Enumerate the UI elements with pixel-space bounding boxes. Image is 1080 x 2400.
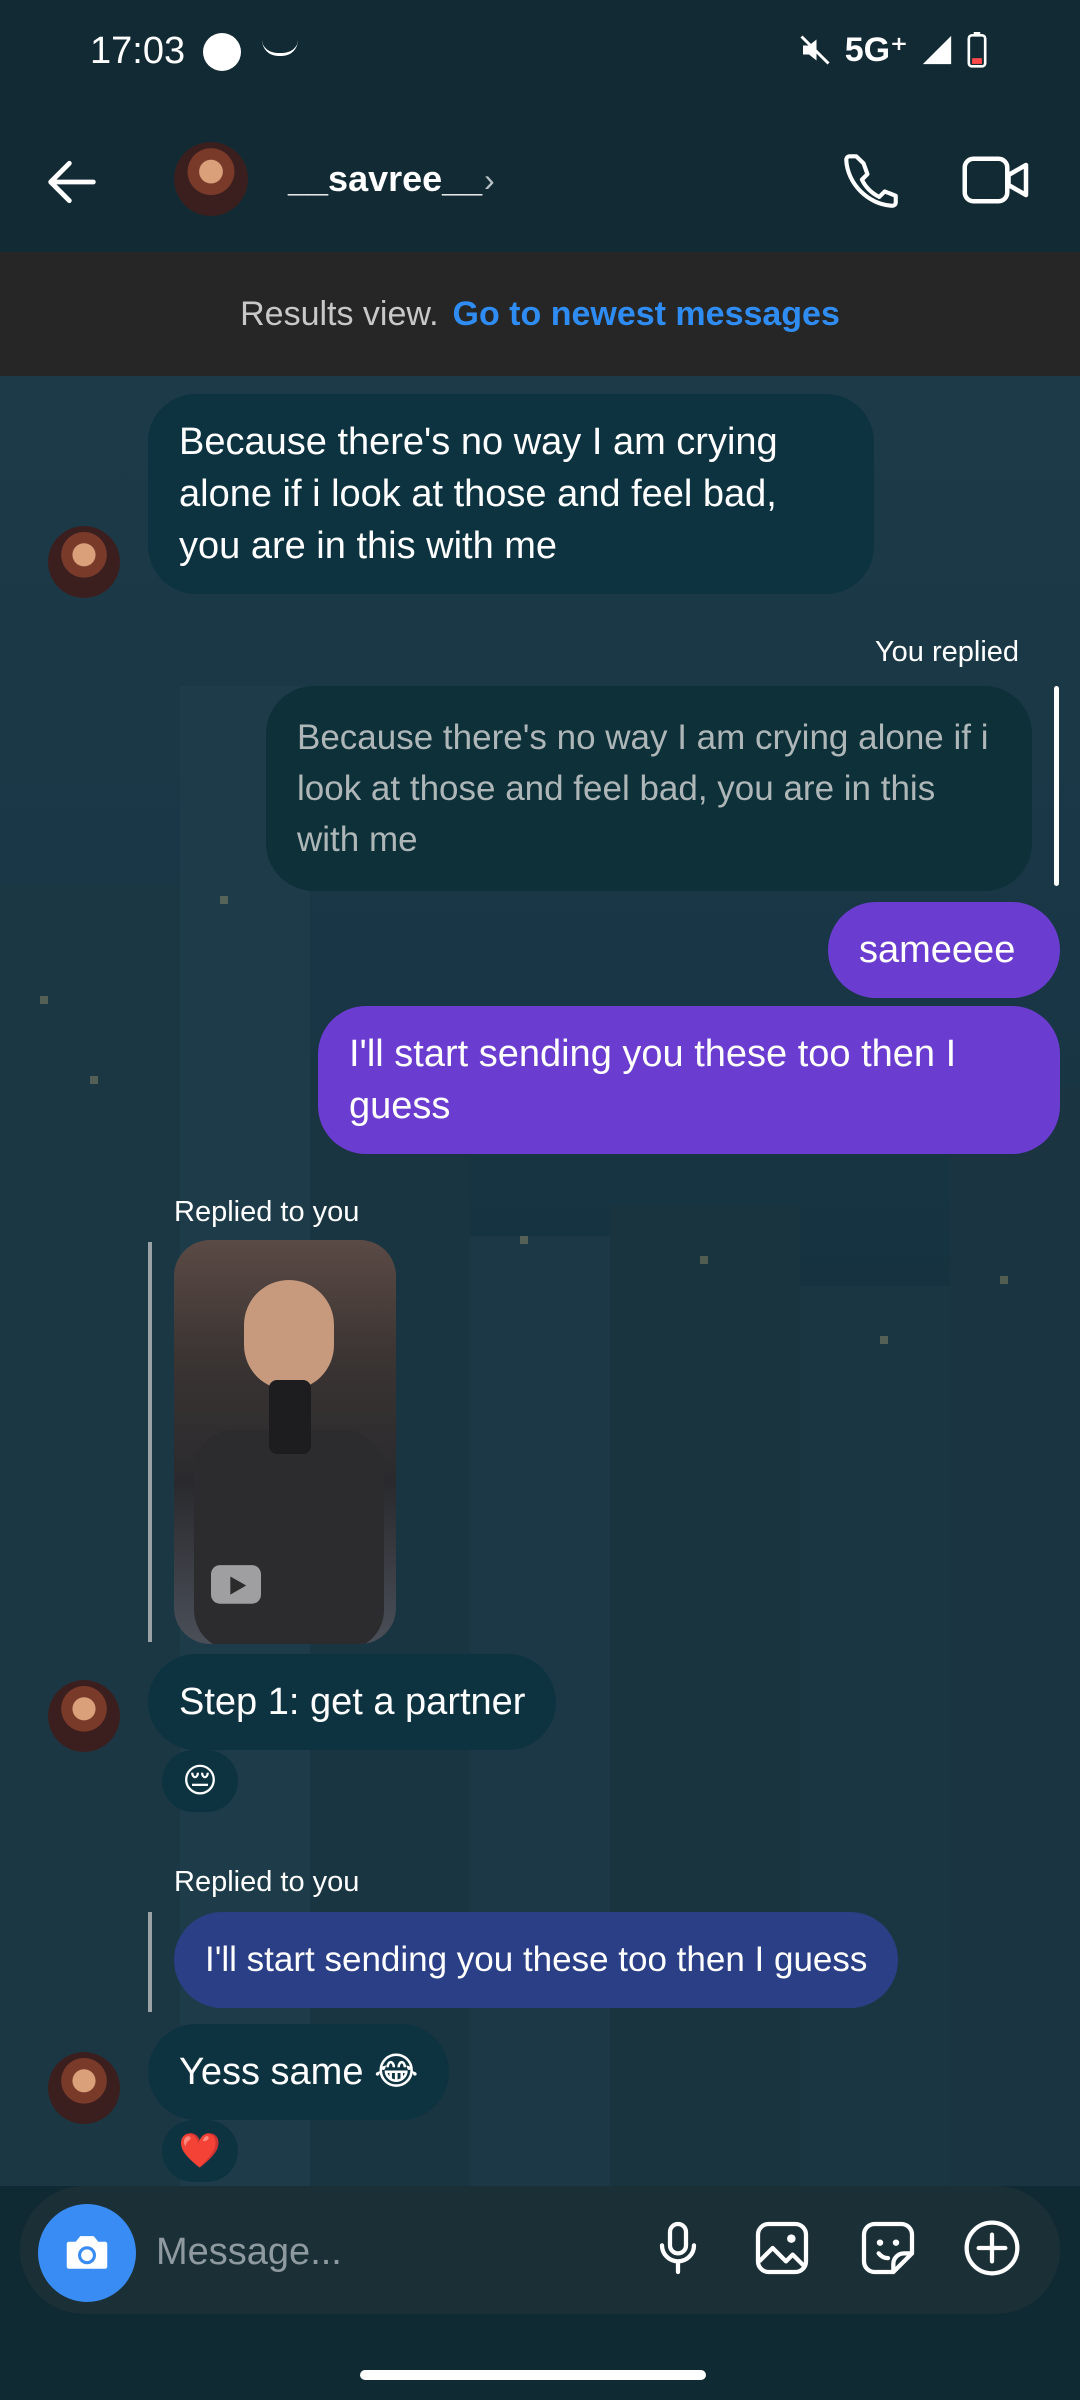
chevron-right-icon[interactable]: › bbox=[484, 162, 495, 199]
message-incoming[interactable]: Yess same 😂 bbox=[148, 2024, 450, 2120]
status-indicators: 5G⁺ bbox=[797, 30, 988, 70]
sender-avatar[interactable] bbox=[48, 2052, 120, 2124]
message-input[interactable] bbox=[156, 2222, 636, 2282]
reel-icon bbox=[211, 1565, 261, 1604]
username[interactable]: __savree__ bbox=[288, 158, 482, 200]
microphone-icon[interactable] bbox=[646, 2216, 710, 2280]
message-outgoing[interactable]: sameeee bbox=[828, 902, 1060, 998]
reply-label: You replied bbox=[875, 636, 1020, 668]
reply-bar bbox=[148, 1912, 152, 2012]
phone-icon[interactable] bbox=[838, 148, 904, 214]
quoted-message[interactable]: I'll start sending you these too then I … bbox=[174, 1912, 899, 2008]
signal-icon bbox=[922, 35, 952, 65]
results-view-text: Results view. bbox=[240, 294, 439, 333]
network-type: 5G⁺ bbox=[844, 31, 908, 69]
message-incoming[interactable]: Step 1: get a partner bbox=[148, 1654, 557, 1750]
amazon-smile-icon bbox=[262, 40, 298, 56]
sender-avatar[interactable] bbox=[48, 526, 120, 598]
reaction-emoji[interactable]: 😔 bbox=[162, 1750, 238, 1812]
gallery-icon[interactable] bbox=[750, 2216, 814, 2280]
message-outgoing[interactable]: I'll start sending you these too then I … bbox=[318, 1006, 1060, 1154]
mute-icon bbox=[800, 35, 830, 65]
status-bar: 17:03 5G⁺ bbox=[0, 0, 1080, 110]
back-arrow-icon[interactable] bbox=[40, 150, 104, 214]
go-to-newest-link[interactable]: Go to newest messages bbox=[453, 295, 840, 334]
home-indicator[interactable] bbox=[360, 2370, 706, 2380]
camera-button[interactable] bbox=[38, 2204, 136, 2302]
circle-icon bbox=[203, 33, 241, 71]
battery-icon bbox=[967, 32, 987, 68]
reply-bar bbox=[148, 1242, 152, 1642]
reply-indicator-bar bbox=[1054, 686, 1059, 886]
chat-header: __savree__ › bbox=[0, 110, 1080, 252]
plus-icon[interactable] bbox=[960, 2216, 1024, 2280]
message-incoming[interactable]: Because there's no way I am crying alone… bbox=[148, 394, 874, 594]
reaction-emoji[interactable]: ❤️ bbox=[162, 2120, 238, 2182]
results-banner: Results view. Go to newest messages bbox=[0, 252, 1080, 376]
reel-thumbnail[interactable] bbox=[174, 1240, 396, 1644]
camera-icon bbox=[66, 2236, 108, 2269]
reply-label: Replied to you bbox=[174, 1196, 360, 1228]
sticker-icon[interactable] bbox=[856, 2216, 920, 2280]
quoted-message[interactable]: Because there's no way I am crying alone… bbox=[266, 686, 1032, 891]
message-composer bbox=[20, 2186, 1060, 2314]
status-time: 17:03 bbox=[90, 30, 186, 72]
sender-avatar[interactable] bbox=[48, 1680, 120, 1752]
video-icon[interactable] bbox=[960, 150, 1032, 210]
avatar[interactable] bbox=[174, 142, 248, 216]
reply-label: Replied to you bbox=[174, 1866, 360, 1898]
